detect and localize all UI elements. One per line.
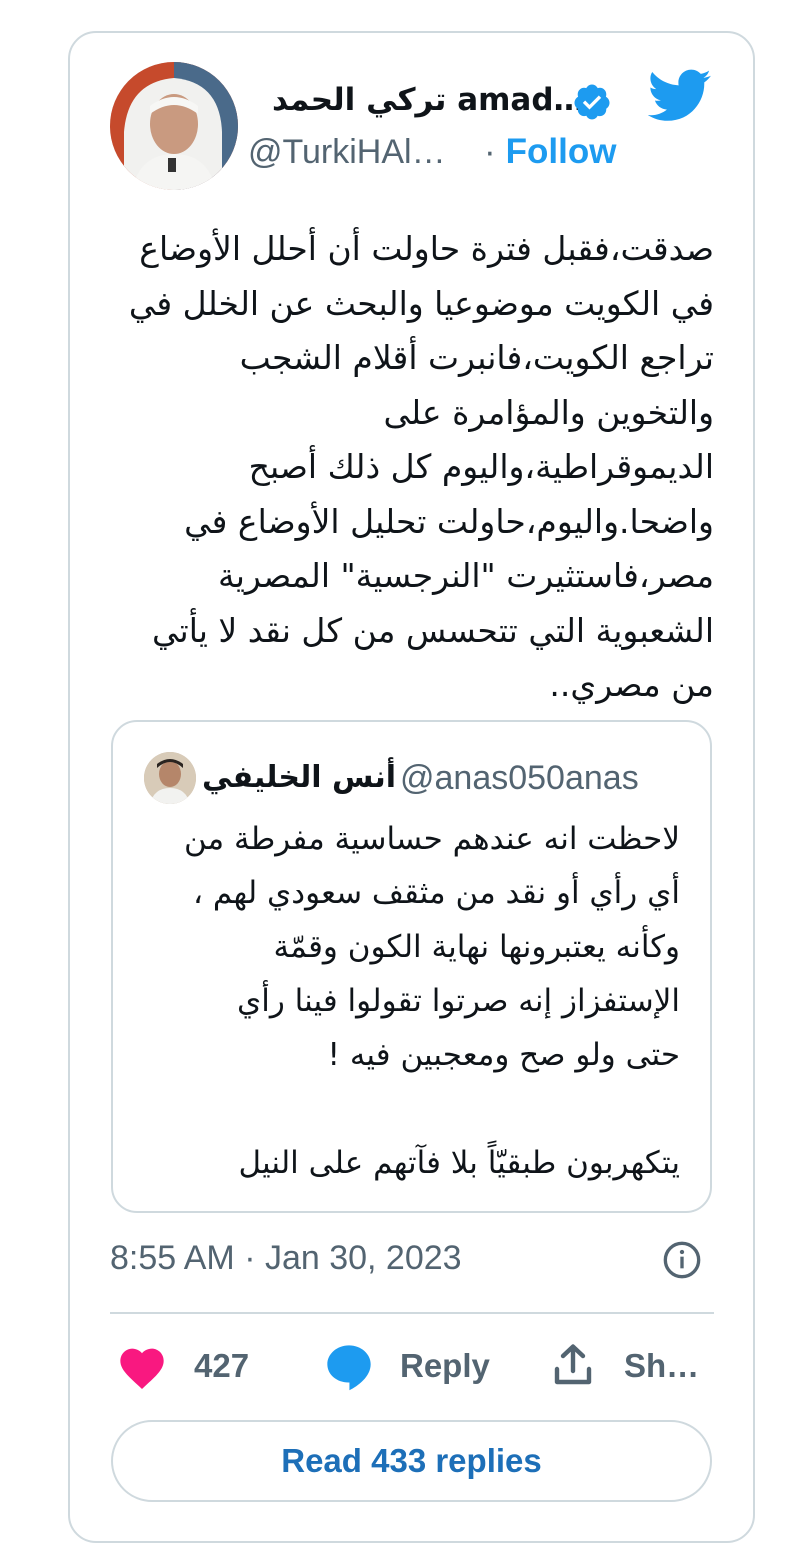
tweet-line: والتخوين والمؤامرة على [383, 392, 715, 432]
like-count[interactable]: 427 [194, 1344, 264, 1388]
tweet-line: من مصري.. [549, 665, 714, 704]
tweet-line: مصر،فاستثيرت "النرجسية" المصرية [218, 556, 714, 595]
follow-separator: · [484, 132, 496, 171]
quoted-line: يتكهربون طبقيّاً بلا فآتهم على النيل [238, 1145, 680, 1181]
heart-icon[interactable] [116, 1342, 168, 1390]
info-icon[interactable] [662, 1240, 702, 1280]
tweet-text: صدقت،فقبل فترة حاولت أن أحلل الأوضاع في … [110, 222, 714, 713]
quoted-line: أي رأي أو نقد من مثقف سعودي لهم ، [192, 875, 680, 911]
author-handle[interactable]: @TurkiHAl… [248, 130, 478, 174]
verified-badge-icon [574, 84, 610, 120]
follow-label: Follow [505, 132, 617, 171]
quoted-author-avatar [144, 752, 196, 804]
tweet-line: واضحا.واليوم،حاولت تحليل الأوضاع في [184, 501, 714, 541]
twitter-bird-icon[interactable] [648, 68, 712, 124]
tweet-line: صدقت،فقبل فترة حاولت أن أحلل الأوضاع [139, 229, 714, 268]
quoted-line: الإستفزاز إنه صرتوا تقولوا فينا رأي [236, 983, 680, 1019]
quoted-display-name: أنس الخليفي [201, 760, 396, 795]
tweet-line: الشعبوية التي تتحسس من كل نقد لا يأتي [152, 610, 714, 650]
quoted-line: وكأنه يعتبرونها نهاية الكون وقمّة [273, 929, 680, 965]
quoted-line: لاحظت انه عندهم حساسية مفرطة من [183, 821, 680, 857]
reply-label[interactable]: Reply [400, 1344, 500, 1388]
author-avatar[interactable] [110, 62, 238, 190]
tweet-line: في الكويت موضوعيا والبحث عن الخلل في [128, 283, 714, 323]
quoted-line [150, 1082, 680, 1136]
share-icon[interactable] [549, 1340, 597, 1390]
tweet-line: تراجع الكويت،فانبرت أقلام الشجب [239, 338, 714, 377]
share-label[interactable]: Sh… [624, 1344, 704, 1388]
tweet-line: الديموقراطية،واليوم كل ذلك أصبح [248, 447, 714, 486]
reply-bubble-icon[interactable] [322, 1340, 376, 1392]
quoted-text: لاحظت انه عندهم حساسية مفرطة من أي رأي أ… [150, 812, 680, 1190]
divider [110, 1312, 714, 1314]
read-replies-button[interactable]: Read 433 replies [111, 1420, 712, 1502]
tweet-timestamp[interactable]: 8:55 AM · Jan 30, 2023 [110, 1236, 560, 1280]
follow-button[interactable]: · Follow [484, 130, 634, 174]
author-display-name[interactable]: تركي الحمد amad… [272, 78, 585, 122]
quoted-handle: @anas050anas [400, 759, 639, 797]
quoted-line: حتى ولو صح ومعجبين فيه ! [327, 1037, 680, 1073]
